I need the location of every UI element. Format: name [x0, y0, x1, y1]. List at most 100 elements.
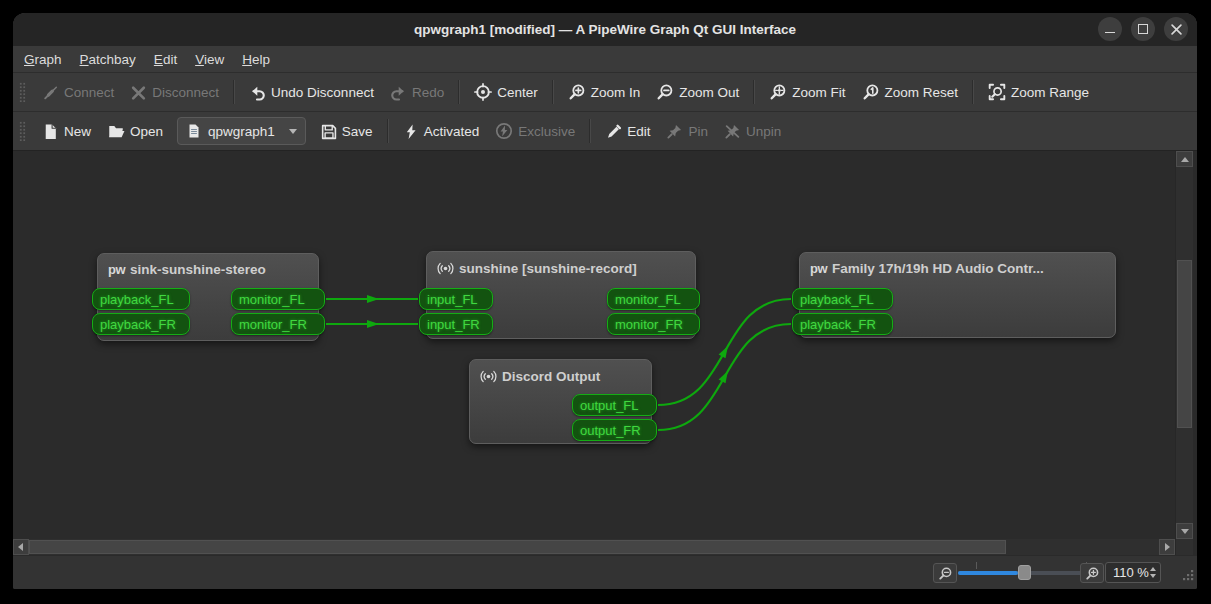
toolbar-button-label: Unpin: [746, 124, 781, 139]
toolbar-button-label: Edit: [627, 124, 650, 139]
edit-icon: [605, 123, 622, 140]
toolbar-handle[interactable]: [19, 121, 26, 141]
port-discord.output_FR[interactable]: output_FR: [572, 419, 657, 441]
exclusive-button[interactable]: Exclusive: [487, 116, 583, 146]
close-button[interactable]: [1164, 17, 1188, 41]
scroll-left-button[interactable]: [13, 539, 29, 555]
maximize-button[interactable]: [1131, 17, 1155, 41]
port-sink.playback_FL[interactable]: playback_FL: [92, 288, 190, 310]
redo-icon: [390, 84, 407, 101]
unpin-button[interactable]: Unpin: [716, 116, 789, 146]
zoom-out-icon: [656, 83, 674, 101]
toolbar-button-label: Disconnect: [152, 85, 219, 100]
port-sink.monitor_FR[interactable]: monitor_FR: [231, 313, 325, 335]
vertical-scroll-track[interactable]: [1176, 167, 1193, 523]
maximize-icon: [1138, 24, 1148, 34]
redo-button[interactable]: Redo: [382, 77, 452, 107]
close-icon: [1171, 24, 1182, 35]
port-family.playback_FL[interactable]: playback_FL: [792, 288, 893, 310]
toolbar-button-label: Zoom Out: [679, 85, 739, 100]
port-sunshine.input_FL[interactable]: input_FL: [419, 288, 493, 310]
zoom-out-icon: [938, 566, 953, 581]
speaker-icon: [437, 260, 454, 277]
patchbay-name: qpwgraph1: [208, 124, 275, 139]
zoom-reset-icon: [862, 83, 880, 101]
connection-arrow: [367, 320, 379, 328]
port-family.playback_FR[interactable]: playback_FR: [792, 313, 893, 335]
window-title: qpwgraph1 [modified] — A PipeWire Graph …: [414, 22, 796, 37]
toolbar-button-label: Zoom Range: [1011, 85, 1089, 100]
node-title: sink-sunshine-stereo: [130, 262, 266, 277]
port-sink.playback_FR[interactable]: playback_FR: [92, 313, 190, 335]
toolbar-file: New Open qpwgraph1 Save Activated Exclusive Ed…: [13, 111, 1197, 150]
status-zoom-out-button[interactable]: [933, 563, 957, 583]
resize-grip[interactable]: [1182, 568, 1195, 586]
toolbar-button-label: Pin: [688, 124, 708, 139]
zoom-reset-button[interactable]: Zoom Reset: [854, 77, 967, 107]
pin-button[interactable]: Pin: [658, 116, 716, 146]
center-icon: [474, 83, 492, 101]
menubar-item-patchbay[interactable]: Patchbay: [71, 52, 145, 67]
menubar-item-graph[interactable]: Graph: [15, 52, 71, 67]
activated-button[interactable]: Activated: [395, 116, 488, 146]
pin-icon: [666, 123, 683, 140]
spin-down-button[interactable]: [1150, 574, 1156, 578]
horizontal-scroll-thumb[interactable]: [29, 540, 1006, 554]
scroll-right-button[interactable]: [1159, 539, 1175, 555]
toolbar-separator: [552, 80, 554, 104]
zoom-fit-button[interactable]: Zoom Fit: [761, 77, 853, 107]
menubar-item-view[interactable]: View: [186, 52, 233, 67]
port-sunshine.monitor_FR[interactable]: monitor_FR: [607, 313, 700, 335]
zoom-fit-icon: [769, 83, 787, 101]
toolbar-button-label: Save: [342, 124, 373, 139]
connection-arrow: [367, 295, 379, 303]
port-discord.output_FL[interactable]: output_FL: [572, 394, 657, 416]
vertical-scroll-thumb[interactable]: [1177, 260, 1192, 428]
zoom-slider-handle[interactable]: [1018, 565, 1031, 580]
toolbar-button-label: Activated: [424, 124, 480, 139]
status-zoom-in-button[interactable]: [1080, 563, 1104, 583]
zoom-percent-spinbox[interactable]: 110 %: [1105, 562, 1161, 583]
toolbar-separator: [753, 80, 755, 104]
scroll-up-button[interactable]: [1176, 151, 1193, 167]
graph-canvas[interactable]: pwsink-sunshine-stereoplayback_FLplaybac…: [13, 151, 1175, 539]
spin-up-button[interactable]: [1150, 567, 1156, 571]
new-button[interactable]: New: [34, 116, 99, 146]
menubar-item-edit[interactable]: Edit: [145, 52, 186, 67]
connect-button[interactable]: Connect: [34, 77, 122, 107]
minimize-button[interactable]: [1098, 17, 1122, 41]
activated-icon: [403, 123, 419, 140]
zoom-in-button[interactable]: Zoom In: [560, 77, 649, 107]
frame-edge: [1193, 539, 1197, 555]
zoom-out-button[interactable]: Zoom Out: [648, 77, 747, 107]
port-sunshine.input_FR[interactable]: input_FR: [419, 313, 493, 335]
horizontal-scroll-track[interactable]: [29, 539, 1159, 555]
statusbar: 110 %: [13, 555, 1197, 589]
port-label: output_FL: [580, 398, 639, 413]
port-sink.monitor_FL[interactable]: monitor_FL: [231, 288, 325, 310]
zoom-in-icon: [1085, 566, 1100, 581]
save-icon: [320, 123, 337, 140]
port-label: monitor_FL: [615, 292, 681, 307]
zoom-in-icon: [568, 83, 586, 101]
open-button[interactable]: Open: [99, 116, 171, 146]
save-button[interactable]: Save: [312, 116, 381, 146]
menubar-item-help[interactable]: Help: [233, 52, 279, 67]
toolbar-button-label: New: [64, 124, 91, 139]
zoom-range-button[interactable]: Zoom Range: [980, 77, 1097, 107]
edit-button[interactable]: Edit: [597, 116, 658, 146]
scroll-down-button[interactable]: [1176, 523, 1193, 539]
titlebar[interactable]: qpwgraph1 [modified] — A PipeWire Graph …: [13, 13, 1197, 46]
port-label: monitor_FR: [239, 317, 307, 332]
vertical-scrollbar[interactable]: [1175, 151, 1193, 539]
node-title: Discord Output: [502, 369, 600, 384]
port-sunshine.monitor_FL[interactable]: monitor_FL: [607, 288, 700, 310]
patchbay-selector[interactable]: qpwgraph1: [177, 117, 306, 145]
port-label: input_FR: [427, 317, 480, 332]
zoom-slider[interactable]: [958, 556, 1091, 589]
center-button[interactable]: Center: [466, 77, 546, 107]
disconnect-button[interactable]: Disconnect: [122, 77, 227, 107]
toolbar-handle[interactable]: [19, 82, 26, 102]
undo-disconnect-button[interactable]: Undo Disconnect: [241, 77, 382, 107]
pipewire-icon: pw: [810, 261, 827, 276]
